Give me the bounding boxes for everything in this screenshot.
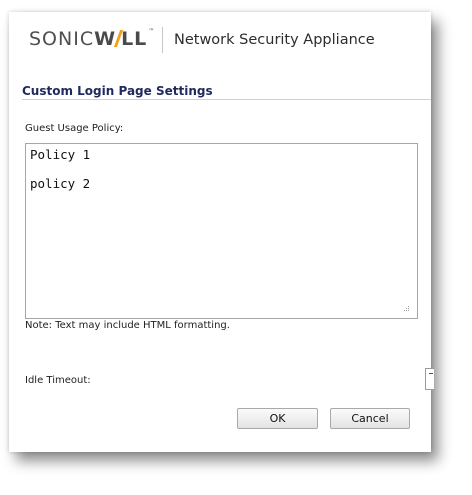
logo-text-sonic: SONIC xyxy=(29,28,95,50)
logo-text-ll: LL xyxy=(121,28,148,50)
logo-trademark: ™ xyxy=(148,28,155,35)
idle-timeout-label: Idle Timeout: xyxy=(25,375,91,386)
sonicwall-logo: SONICW LL™ xyxy=(29,28,154,50)
section-title: Custom Login Page Settings xyxy=(22,84,213,98)
html-formatting-note: Note: Text may include HTML formatting. xyxy=(25,320,230,331)
guest-usage-policy-textarea[interactable]: Policy 1 policy 2 xyxy=(25,143,418,319)
section-divider xyxy=(22,99,431,100)
product-name: Network Security Appliance xyxy=(174,32,375,48)
ok-button[interactable]: OK xyxy=(237,408,318,429)
header-divider xyxy=(162,27,163,53)
guest-usage-policy-label: Guest Usage Policy: xyxy=(25,123,124,134)
idle-timeout-input[interactable] xyxy=(425,368,434,390)
login-settings-dialog: SONICW LL™ Network Security Appliance Cus… xyxy=(9,12,434,452)
header: SONICW LL™ Network Security Appliance xyxy=(9,12,431,70)
cancel-button[interactable]: Cancel xyxy=(330,408,410,429)
